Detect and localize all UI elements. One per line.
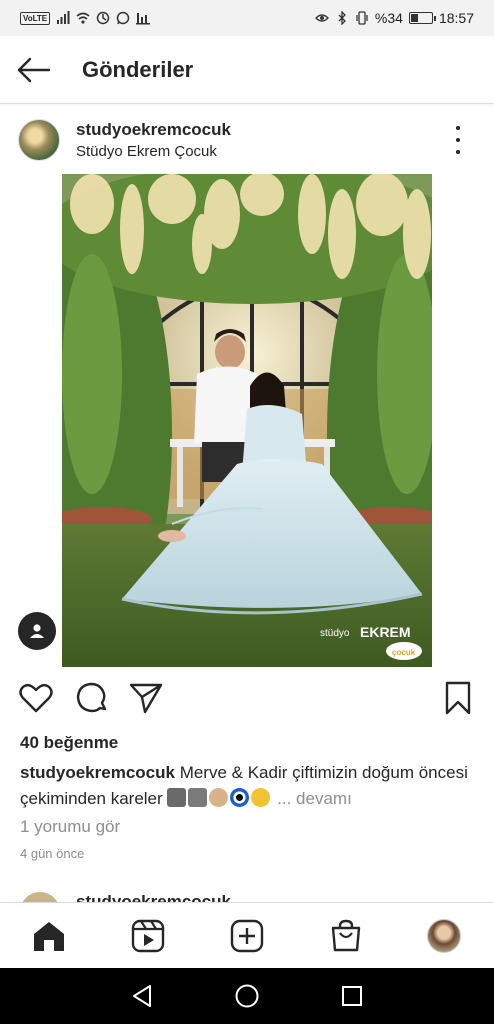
- like-button[interactable]: [18, 680, 54, 716]
- nav-shop[interactable]: [326, 916, 366, 956]
- camera-flash-emoji-icon: [167, 788, 187, 807]
- status-time: 18:57: [438, 10, 474, 26]
- battery-percent: %34: [374, 10, 403, 26]
- eye-icon: [315, 14, 329, 22]
- shop-icon: [331, 919, 361, 952]
- more-dot-icon: [456, 126, 460, 130]
- more-options-button[interactable]: [446, 126, 470, 154]
- battery-icon: [408, 12, 436, 24]
- system-home-button[interactable]: [233, 982, 261, 1010]
- couple-photo-illustration: stüdyo EKREM çocuk: [62, 174, 432, 667]
- heart-eyes-emoji-icon: [251, 788, 271, 807]
- photo-watermark-ekrem: EKREM: [360, 624, 411, 640]
- stats-icon: [136, 13, 151, 25]
- post-location[interactable]: Stüdyo Ekrem Çocuk: [76, 143, 231, 160]
- more-dot-icon: [456, 138, 460, 142]
- wifi-icon: [76, 12, 90, 24]
- volte-indicator: VoLTE: [20, 11, 51, 25]
- more-dot-icon: [456, 150, 460, 154]
- paper-plane-icon: [129, 683, 163, 714]
- caption-username[interactable]: studyoekremcocuk: [20, 763, 175, 782]
- system-recents-button[interactable]: [338, 982, 366, 1010]
- vibrate-icon: [356, 11, 368, 25]
- thumbs-up-emoji-icon: [209, 788, 229, 807]
- status-bar: VoLTE %34 18:57: [0, 0, 494, 36]
- post-avatar[interactable]: [18, 119, 60, 161]
- share-button[interactable]: [128, 680, 164, 716]
- comment-icon: [76, 682, 107, 713]
- camera-emoji-icon: [188, 788, 208, 807]
- comment-button[interactable]: [74, 680, 110, 716]
- person-icon: [30, 624, 44, 638]
- circle-home-icon: [235, 984, 259, 1008]
- post-actions: [0, 680, 494, 720]
- bottom-nav: [0, 902, 494, 968]
- tagged-users-button[interactable]: [18, 612, 56, 650]
- triangle-back-icon: [133, 985, 151, 1007]
- back-button[interactable]: [2, 36, 66, 104]
- new-post-icon: [230, 919, 264, 953]
- nav-reels[interactable]: [128, 916, 168, 956]
- view-comments-link[interactable]: 1 yorumu gör: [20, 817, 120, 837]
- save-button[interactable]: [440, 680, 476, 716]
- home-icon: [34, 922, 64, 951]
- post-photo[interactable]: stüdyo EKREM çocuk: [62, 174, 432, 667]
- signal-icon: [57, 11, 70, 24]
- whatsapp-icon: [116, 11, 130, 25]
- post-header: studyoekremcocuk Stüdyo Ekrem Çocuk: [0, 106, 494, 174]
- like-count[interactable]: 40 beğenme: [20, 733, 118, 753]
- reels-icon: [131, 919, 165, 953]
- post-username[interactable]: studyoekremcocuk: [76, 120, 231, 140]
- photo-watermark-studyo: stüdyo: [320, 628, 350, 639]
- system-back-button[interactable]: [128, 982, 156, 1010]
- nav-home[interactable]: [29, 916, 69, 956]
- bookmark-icon: [445, 681, 471, 715]
- bluetooth-icon: [338, 11, 346, 25]
- post-time: 4 gün önce: [20, 846, 85, 861]
- nav-profile[interactable]: [424, 916, 464, 956]
- photo-watermark-cocuk: çocuk: [392, 648, 416, 657]
- caption-more-link[interactable]: ... devamı: [277, 789, 352, 808]
- profile-avatar: [427, 919, 461, 953]
- nav-new-post[interactable]: [227, 916, 267, 956]
- nazar-emoji-icon: [230, 788, 250, 807]
- battery-level: [410, 14, 419, 22]
- sync-icon: [96, 11, 110, 25]
- post-caption: studyoekremcocuk Merve & Kadir çiftimizi…: [20, 760, 470, 812]
- app-header: Gönderiler: [0, 36, 494, 104]
- page-title: Gönderiler: [82, 56, 194, 82]
- heart-icon: [19, 683, 53, 713]
- arrow-left-icon: [17, 57, 51, 82]
- square-recents-icon: [342, 986, 362, 1006]
- system-navigation-bar: [0, 968, 494, 1024]
